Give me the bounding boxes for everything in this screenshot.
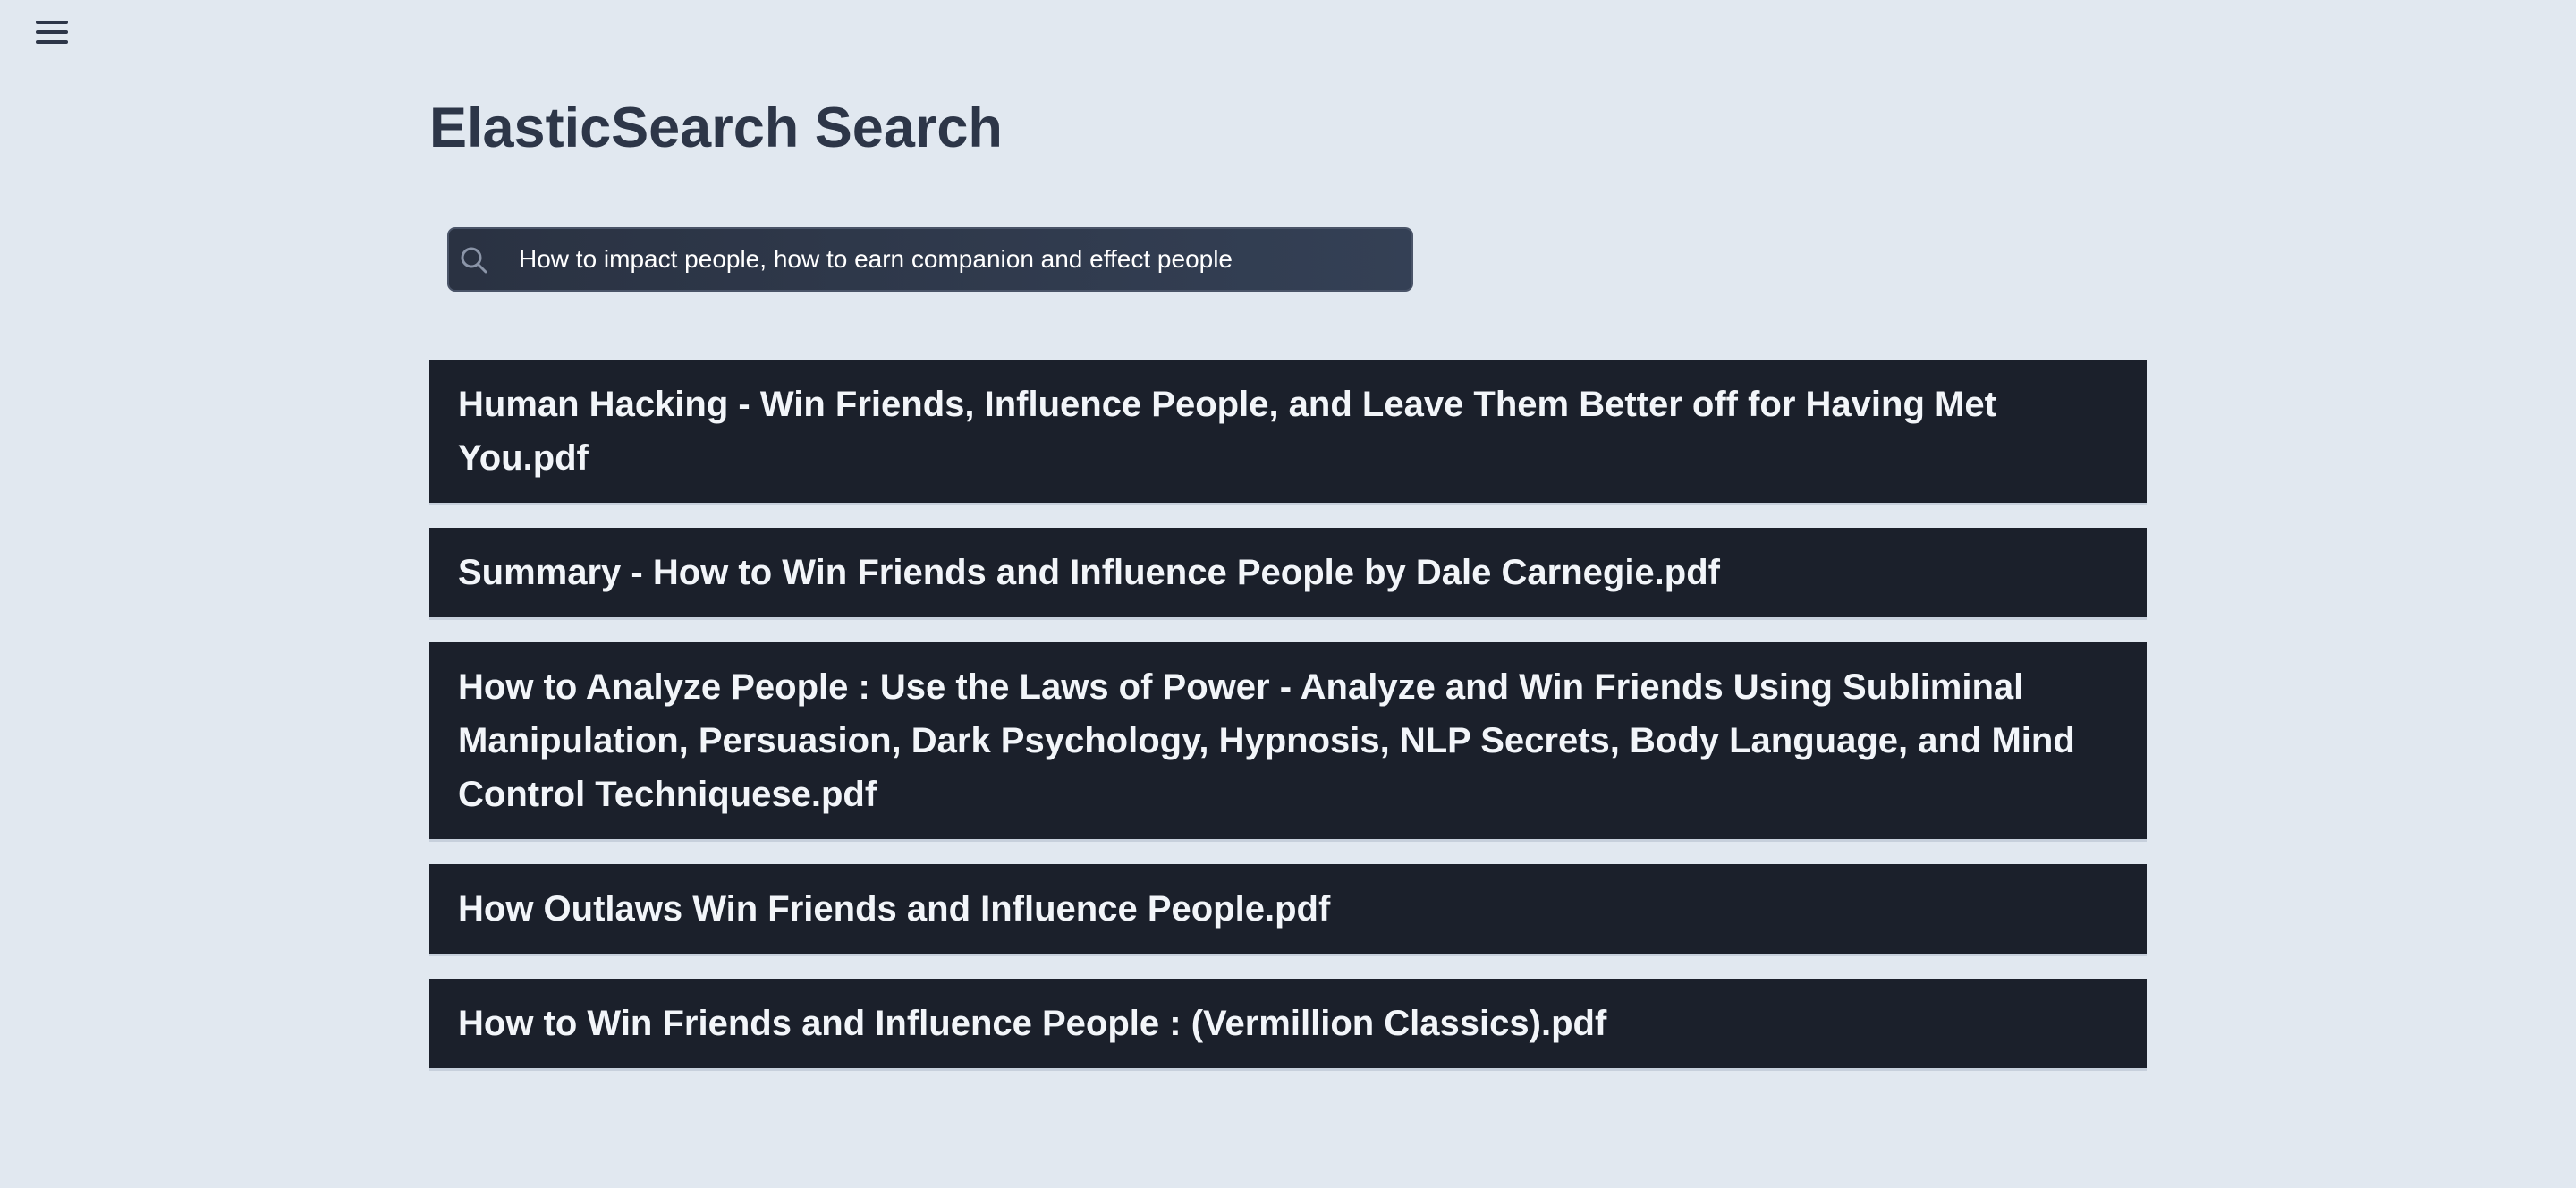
result-title: How to Win Friends and Influence People … <box>458 1004 1607 1043</box>
page-title: ElasticSearch Search <box>429 97 1003 159</box>
hamburger-menu-button[interactable] <box>32 16 73 48</box>
result-title: Summary - How to Win Friends and Influen… <box>458 553 1720 592</box>
result-item[interactable]: Summary - How to Win Friends and Influen… <box>429 528 2147 617</box>
hamburger-menu-icon <box>36 21 68 44</box>
result-title: How Outlaws Win Friends and Influence Pe… <box>458 889 1331 929</box>
result-title: Human Hacking - Win Friends, Influence P… <box>458 385 1996 478</box>
search-bar[interactable] <box>447 227 1413 292</box>
result-title: How to Analyze People : Use the Laws of … <box>458 667 2075 814</box>
result-item[interactable]: How to Win Friends and Influence People … <box>429 979 2147 1068</box>
result-item[interactable]: How Outlaws Win Friends and Influence Pe… <box>429 864 2147 954</box>
result-item[interactable]: How to Analyze People : Use the Laws of … <box>429 642 2147 839</box>
search-icon <box>461 247 487 274</box>
search-input[interactable] <box>501 229 1395 290</box>
results-list: Human Hacking - Win Friends, Influence P… <box>429 360 2147 1093</box>
result-item[interactable]: Human Hacking - Win Friends, Influence P… <box>429 360 2147 503</box>
